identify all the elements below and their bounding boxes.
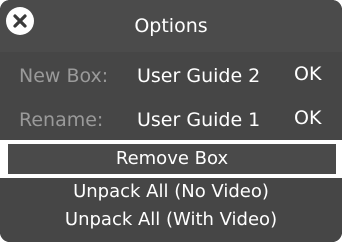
new-box-label: New Box: bbox=[19, 65, 109, 87]
rename-ok-button[interactable]: OK bbox=[294, 106, 321, 130]
new-box-input[interactable]: User Guide 2 bbox=[137, 64, 260, 88]
rename-row: Rename: User Guide 1 OK bbox=[0, 104, 342, 136]
dialog-header: Options bbox=[0, 0, 342, 52]
unpack-all-no-video-button[interactable]: Unpack All (No Video) bbox=[0, 180, 342, 204]
new-box-ok-button[interactable]: OK bbox=[294, 62, 321, 86]
dialog-title: Options bbox=[134, 15, 208, 37]
rename-label: Rename: bbox=[19, 109, 104, 131]
remove-box-button[interactable]: Remove Box bbox=[8, 144, 336, 174]
rename-input[interactable]: User Guide 1 bbox=[137, 108, 260, 132]
dialog-body: New Box: User Guide 2 OK Rename: User Gu… bbox=[0, 52, 342, 242]
remove-box-selection: Remove Box bbox=[0, 140, 342, 178]
options-dialog: Options New Box: User Guide 2 OK Rename:… bbox=[0, 0, 342, 242]
new-box-row: New Box: User Guide 2 OK bbox=[0, 60, 342, 92]
unpack-all-with-video-button[interactable]: Unpack All (With Video) bbox=[0, 208, 342, 232]
